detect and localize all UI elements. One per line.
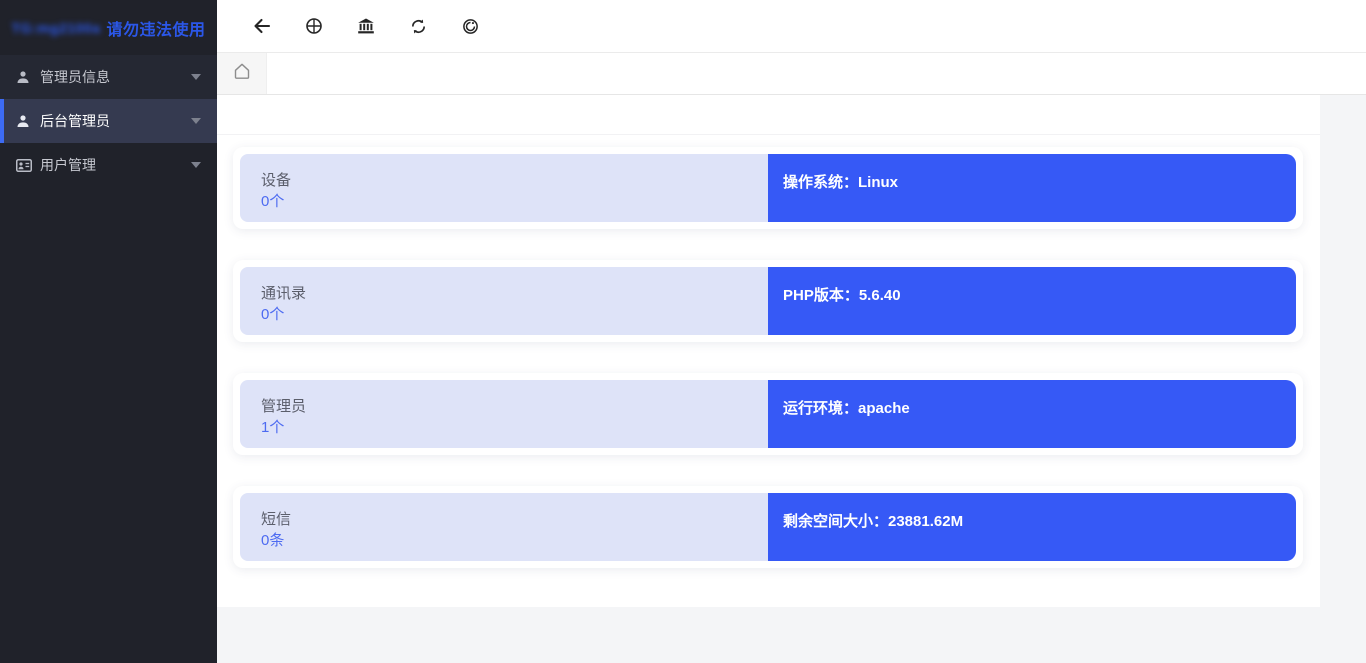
sidebar-item-label: 用户管理 [40,155,191,175]
home-icon [232,61,252,86]
stat-card-left: 通讯录 0个 [240,267,768,335]
sidebar-item-label: 后台管理员 [40,111,191,131]
stat-card-info-text: 剩余空间大小：23881.62M [783,512,1296,532]
stat-card-devices: 设备 0个 操作系统：Linux [233,147,1303,229]
tab-bar [217,53,1366,95]
stat-card-info: 运行环境：apache [768,380,1296,448]
id-card-icon [16,159,32,172]
stat-card-info: PHP版本：5.6.40 [768,267,1296,335]
stat-card-info-text: 操作系统：Linux [783,173,1296,193]
stat-card-contacts: 通讯录 0个 PHP版本：5.6.40 [233,260,1303,342]
stat-card-title: 设备 [261,171,768,191]
stat-card-count: 1个 [261,418,768,438]
stat-card-sms: 短信 0条 剩余空间大小：23881.62M [233,486,1303,568]
sidebar-item-backend-admin[interactable]: 后台管理员 [0,99,217,143]
stat-cards: 设备 0个 操作系统：Linux 通讯录 0个 PHP版本：5.6.40 [217,135,1320,568]
tab-home[interactable] [217,53,267,94]
sidebar-header-warning-text: 请勿违法使用 [107,16,206,40]
stat-card-title: 管理员 [261,397,768,417]
sidebar: TG:mg2100a 请勿违法使用 管理员信息 后台管理员 用户管理 [0,0,217,663]
bank-icon [357,18,375,34]
stat-card-count: 0条 [261,531,768,551]
back-button[interactable] [252,16,272,36]
back-icon [253,18,271,34]
app-root: TG:mg2100a 请勿违法使用 管理员信息 后台管理员 用户管理 [0,0,1366,663]
stat-card-count: 0个 [261,192,768,212]
content-area: 设备 0个 操作系统：Linux 通讯录 0个 PHP版本：5.6.40 [217,95,1366,663]
sidebar-header: TG:mg2100a 请勿违法使用 [0,0,217,55]
content-panel: 设备 0个 操作系统：Linux 通讯录 0个 PHP版本：5.6.40 [217,95,1320,607]
panel-header [217,95,1320,135]
top-toolbar [217,0,1366,53]
stat-card-info: 操作系统：Linux [768,154,1296,222]
refresh-button[interactable] [408,16,428,36]
refresh-icon [410,18,427,35]
user-icon [16,114,32,128]
stat-card-info: 剩余空间大小：23881.62M [768,493,1296,561]
bank-button[interactable] [356,16,376,36]
stat-card-title: 通讯录 [261,284,768,304]
clear-cache-button[interactable] [460,16,480,36]
sidebar-header-blurred-text: TG:mg2100a [11,20,100,36]
clear-cache-icon [462,18,479,35]
crosshair-icon [305,17,323,35]
stat-card-info-text: PHP版本：5.6.40 [783,286,1296,306]
stat-card-admins: 管理员 1个 运行环境：apache [233,373,1303,455]
stat-card-left: 设备 0个 [240,154,768,222]
stat-card-left: 管理员 1个 [240,380,768,448]
user-icon [16,70,32,84]
chevron-down-icon [191,118,201,124]
stat-card-title: 短信 [261,510,768,530]
sidebar-item-user-management[interactable]: 用户管理 [0,143,217,187]
sidebar-item-label: 管理员信息 [40,67,191,87]
crosshair-button[interactable] [304,16,324,36]
stat-card-info-text: 运行环境：apache [783,399,1296,419]
chevron-down-icon [191,162,201,168]
stat-card-left: 短信 0条 [240,493,768,561]
sidebar-item-admin-info[interactable]: 管理员信息 [0,55,217,99]
chevron-down-icon [191,74,201,80]
stat-card-count: 0个 [261,305,768,325]
